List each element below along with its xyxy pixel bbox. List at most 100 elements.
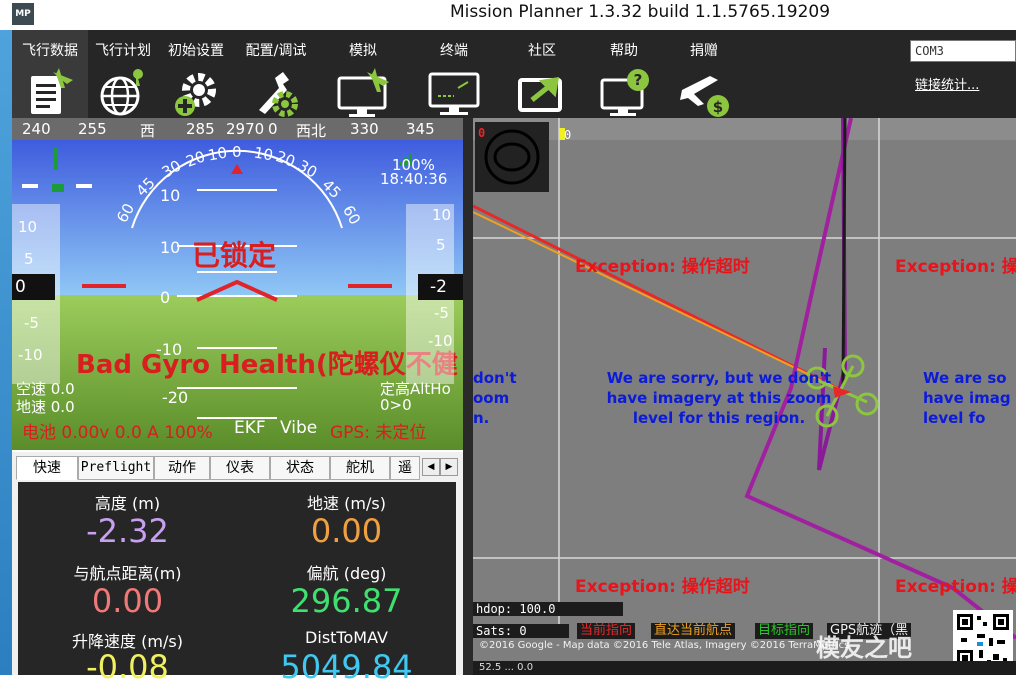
quick-value[interactable]: 0.00	[18, 582, 237, 620]
menu-terminal[interactable]: 终端	[408, 30, 500, 118]
link-stats-link[interactable]: 链接统计...	[915, 74, 979, 93]
tab-actions[interactable]: 动作	[154, 456, 210, 480]
menu-label: 飞行计划	[95, 43, 151, 59]
sats-readout: Sats: 0	[473, 624, 569, 638]
quick-value[interactable]: 5049.84	[237, 648, 456, 686]
battery-status-text: 电池 0.00v 0.0 A 100%	[22, 423, 213, 443]
map-attribution: ©2016 Google - Map data ©2016 Tele Atlas…	[479, 640, 850, 651]
legend-direct-to-waypoint: 直达当前航点	[651, 623, 736, 639]
map-no-imagery-line: n.	[473, 409, 490, 427]
tab-gauges[interactable]: 仪表	[210, 456, 270, 480]
map-view[interactable]: 0 0 Exception: 操作超时 Exception: 操 Excepti…	[473, 118, 1016, 675]
quick-label: DistToMAV	[305, 628, 388, 647]
armed-state-text: 已锁定	[192, 239, 277, 272]
tab-servo[interactable]: 舵机	[330, 456, 390, 480]
quick-label: 地速 (m/s)	[307, 494, 386, 513]
map-no-imagery-line: level for this region.	[632, 409, 806, 427]
roll-arc-label: 0	[232, 143, 242, 161]
speed-tape-label: 5	[24, 250, 34, 268]
map-no-imagery-text: don't oom n.	[473, 368, 516, 428]
quick-label: 高度 (m)	[94, 494, 161, 513]
main-menu-bar: 飞行数据 飞行计划 初始设置 配置/调试 模拟 终端 社区 帮助 ? 捐赠 $	[12, 30, 1016, 118]
tab-quick[interactable]: 快速	[16, 456, 78, 480]
quick-label: 偏航 (deg)	[306, 564, 387, 583]
menu-donate[interactable]: 捐赠 $	[664, 30, 744, 118]
speed-tape-label: -10	[18, 346, 43, 364]
map-no-imagery-text: We are sorry, but we don't have imagery …	[601, 368, 837, 428]
map-corner-left: 0	[478, 126, 486, 140]
pitch-label: -20	[162, 388, 189, 407]
simulation-icon	[337, 68, 389, 117]
tab-scroll-left-icon[interactable]: ◀	[422, 458, 440, 476]
site-watermark: 模友之吧	[816, 634, 912, 662]
desktop-background-strip	[0, 30, 12, 675]
legend-current-heading: 当前指向	[577, 623, 636, 639]
com-port-select[interactable]: COM3	[910, 40, 1016, 62]
hud-warning-text: Bad Gyro Health(陀螺仪不健	[76, 350, 458, 380]
tab-telemetry-logs[interactable]: 遥	[390, 456, 420, 480]
map-error-text: Exception: 操	[895, 257, 1016, 277]
groundspeed-text: 地速 0.0	[16, 398, 75, 416]
menu-config-tuning[interactable]: 配置/调试	[234, 30, 318, 118]
initial-setup-icon	[175, 73, 216, 116]
pitch-label: 10	[160, 238, 181, 257]
roll-arc-label: 10	[252, 143, 275, 165]
hud-display: 240 255 西 285 2970 0 西北 330 345 60 45 30	[12, 118, 463, 450]
panel-splitter[interactable]	[463, 118, 473, 675]
quick-value[interactable]: 0.00	[237, 512, 456, 550]
app-icon: MP	[12, 3, 34, 25]
map-no-imagery-line: have imagery at this zoom	[606, 389, 832, 407]
tab-preflight[interactable]: Preflight	[78, 456, 154, 480]
map-no-imagery-line: have imag	[923, 389, 1011, 407]
map-no-imagery-line: We are so	[923, 369, 1007, 387]
menu-label: 模拟	[349, 43, 377, 59]
quick-value[interactable]: -0.08	[18, 648, 237, 686]
hdop-readout: hdop: 100.0	[473, 602, 623, 616]
map-error-text: Exception: 操作超时	[575, 577, 750, 597]
map-no-imagery-line: oom	[473, 389, 510, 407]
quick-value[interactable]: -2.32	[18, 512, 237, 550]
legend-target-heading: 目标指向	[755, 623, 814, 639]
window-title: Mission Planner 1.3.32 build 1.1.5765.19…	[450, 2, 831, 22]
tab-scroll-right-icon[interactable]: ▶	[440, 458, 458, 476]
speed-tape-label: 10	[18, 218, 38, 236]
quick-value[interactable]: 296.87	[237, 582, 456, 620]
menu-label: 飞行数据	[22, 43, 78, 59]
menu-initial-setup[interactable]: 初始设置	[158, 30, 234, 118]
vibe-status[interactable]: Vibe	[280, 418, 317, 438]
hud-time: 18:40:36	[380, 170, 448, 188]
menu-simulation[interactable]: 模拟	[318, 30, 408, 118]
altitude-tape-label: 5	[436, 236, 446, 254]
tab-status[interactable]: 状态	[270, 456, 330, 480]
map-error-text: Exception: 操作超时	[575, 257, 750, 277]
menu-help[interactable]: 帮助 ?	[584, 30, 664, 118]
menu-label: 初始设置	[168, 43, 224, 59]
altitude-tape-label: -5	[434, 304, 449, 322]
menu-label: 社区	[528, 43, 556, 59]
window-titlebar: MP Mission Planner 1.3.32 build 1.1.5765…	[0, 0, 1016, 30]
altitude-tape-label: 10	[432, 206, 452, 224]
menu-flight-plan[interactable]: 飞行计划	[88, 30, 158, 118]
pitch-label: 0	[160, 288, 171, 307]
altitude-readout-box: -2	[418, 274, 463, 300]
help-icon: ?	[600, 69, 649, 116]
flight-data-icon	[31, 68, 73, 114]
donate-icon: $	[680, 76, 729, 117]
map-error-text: Exception: 操	[895, 577, 1016, 597]
data-tabs-panel: 快速 Preflight 动作 仪表 状态 舵机 遥 ◀ ▶ 高度 (m) -2…	[12, 452, 463, 686]
altitude-change-text: 0>0	[380, 396, 412, 414]
community-icon	[518, 76, 562, 112]
map-no-imagery-line: level fo	[923, 409, 986, 427]
menu-label: 帮助	[610, 43, 638, 59]
ekf-status[interactable]: EKF	[234, 418, 266, 438]
terminal-icon	[428, 72, 480, 115]
menu-label: 终端	[440, 43, 468, 59]
gps-status-text: GPS: 未定位	[330, 423, 427, 443]
flight-plan-icon	[100, 69, 143, 116]
menu-community[interactable]: 社区	[500, 30, 584, 118]
map-no-imagery-line: don't	[473, 369, 517, 387]
altitude-tape-label: -10	[428, 332, 453, 350]
speed-tape-label: -5	[24, 314, 39, 332]
menu-flight-data[interactable]: 飞行数据	[12, 30, 88, 118]
svg-text:?: ?	[634, 71, 643, 89]
